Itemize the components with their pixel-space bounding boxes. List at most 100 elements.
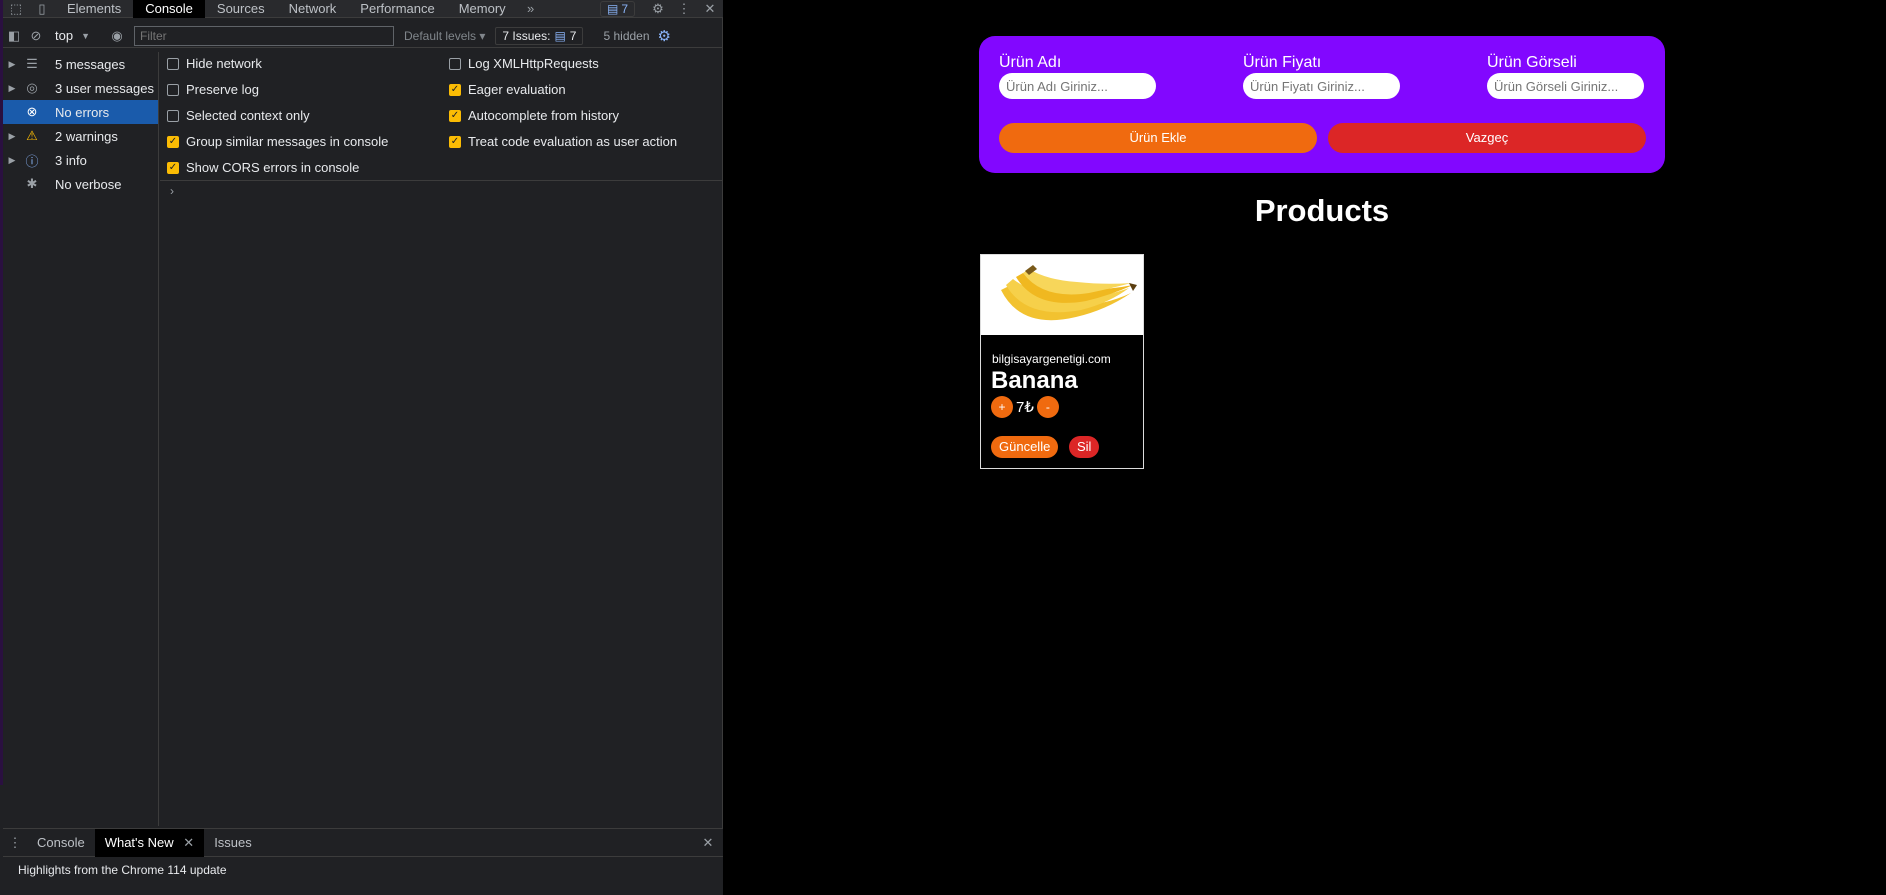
whats-new-highlight[interactable]: Highlights from the Chrome 114 update: [3, 857, 723, 883]
drawer-tab-whats-new[interactable]: What's New ✕: [94, 828, 205, 857]
sidebar-item-warnings[interactable]: ▶ ⚠ 2 warnings: [3, 124, 158, 148]
checkbox-label: Preserve log: [186, 82, 259, 97]
treat-code-evaluation-checkbox[interactable]: ✓ Treat code evaluation as user action: [449, 134, 677, 149]
drawer-tab-console[interactable]: Console: [27, 829, 95, 857]
eager-evaluation-checkbox[interactable]: ✓ Eager evaluation: [449, 82, 566, 97]
messages-badge[interactable]: ▤ 7: [599, 0, 635, 17]
sidebar-item-messages[interactable]: ▶ ☰ 5 messages: [3, 52, 158, 76]
decrease-price-button[interactable]: -: [1036, 396, 1059, 418]
selected-context-only-checkbox[interactable]: Selected context only: [167, 108, 310, 123]
product-card: bilgisayargenetigi.com Banana + 7₺ - Gün…: [980, 254, 1144, 469]
price-field: Ürün Fiyatı: [1243, 54, 1400, 99]
drawer-menu-icon[interactable]: ⋮: [3, 835, 27, 851]
expand-arrow-icon[interactable]: ▶: [3, 83, 21, 94]
image-field: Ürün Görseli: [1487, 54, 1644, 99]
tab-elements[interactable]: Elements: [55, 0, 133, 18]
tab-sources[interactable]: Sources: [205, 0, 277, 18]
checkbox-label: Show CORS errors in console: [186, 160, 360, 175]
checkbox-label: Selected context only: [186, 108, 310, 123]
dropdown-arrow-icon: ▼: [81, 30, 90, 41]
update-button[interactable]: Güncelle: [991, 436, 1059, 458]
checkbox[interactable]: [167, 83, 179, 96]
devtools-tabbar: ⬚ ▯ Elements Console Sources Network Per…: [3, 0, 723, 18]
product-name: Banana: [991, 367, 1078, 394]
delete-button[interactable]: Sil: [1069, 436, 1100, 458]
checkbox-label: Treat code evaluation as user action: [468, 134, 678, 149]
sidebar-item-user-messages[interactable]: ▶ ◎ 3 user messages: [3, 76, 158, 100]
product-price: 7₺: [1016, 399, 1034, 416]
checkbox-label: Autocomplete from history: [468, 108, 620, 123]
checkbox[interactable]: [167, 57, 179, 70]
settings-gear-icon[interactable]: ⚙: [645, 0, 671, 18]
checkbox-label: Eager evaluation: [468, 82, 566, 97]
expand-arrow-icon[interactable]: ▶: [3, 131, 21, 142]
device-toolbar-icon[interactable]: ▯: [29, 0, 55, 18]
name-input[interactable]: [999, 73, 1156, 99]
drawer-tab-label: What's New: [104, 834, 174, 850]
sidebar-item-verbose[interactable]: ✱ No verbose: [3, 172, 158, 196]
checkbox-checked[interactable]: ✓: [449, 83, 461, 96]
inspect-element-icon[interactable]: ⬚: [3, 0, 29, 18]
checkbox[interactable]: [167, 109, 179, 122]
expand-arrow-icon[interactable]: ▶: [3, 59, 21, 70]
drawer-tabbar: ⋮ Console What's New ✕ Issues ✕: [3, 828, 723, 857]
checkbox-checked[interactable]: ✓: [449, 135, 461, 148]
checkbox-checked[interactable]: ✓: [449, 109, 461, 122]
devtools-panel: ⬚ ▯ Elements Console Sources Network Per…: [0, 0, 723, 895]
console-toolbar: ◧ ⊘ top ▼ ◉ Default levels ▾ 7 Issues: ▤…: [3, 24, 723, 48]
log-xmlhttprequests-checkbox[interactable]: Log XMLHttpRequests: [449, 56, 599, 71]
sidebar-item-label: No verbose: [55, 176, 122, 192]
close-drawer-icon[interactable]: ✕: [693, 835, 723, 851]
image-input[interactable]: [1487, 73, 1644, 99]
preserve-log-checkbox[interactable]: Preserve log: [167, 82, 259, 97]
tab-network[interactable]: Network: [277, 0, 349, 18]
price-input[interactable]: [1243, 73, 1400, 99]
clear-console-icon[interactable]: ⊘: [25, 25, 47, 47]
sidebar-toggle-icon[interactable]: ◧: [3, 25, 25, 47]
more-tabs-icon[interactable]: »: [518, 0, 544, 18]
drawer-tab-issues[interactable]: Issues: [204, 829, 262, 857]
product-source: bilgisayargenetigi.com: [992, 352, 1111, 366]
sidebar-item-label: 3 info: [55, 152, 87, 168]
checkbox-checked[interactable]: ✓: [167, 161, 179, 174]
kebab-menu-icon[interactable]: ⋮: [671, 0, 697, 18]
log-levels-dropdown[interactable]: Default levels ▾: [394, 29, 495, 43]
autocomplete-history-checkbox[interactable]: ✓ Autocomplete from history: [449, 108, 619, 123]
console-prompt-chevron-icon[interactable]: ›: [170, 184, 174, 198]
product-form: Ürün Adı Ürün Fiyatı Ürün Görseli Ürün E…: [979, 36, 1665, 173]
error-icon: ⊗: [26, 104, 38, 119]
page-title: Products: [1254, 193, 1390, 228]
expand-arrow-icon[interactable]: ▶: [3, 155, 21, 166]
issues-count: 7: [569, 28, 577, 43]
console-sidebar: ▶ ☰ 5 messages ▶ ◎ 3 user messages ⊗ No …: [3, 52, 159, 826]
list-icon: ☰: [26, 56, 38, 71]
sidebar-item-label: 3 user messages: [55, 80, 154, 96]
name-field: Ürün Adı: [999, 54, 1156, 99]
cancel-button[interactable]: Vazgeç: [1328, 123, 1646, 153]
show-cors-errors-checkbox[interactable]: ✓ Show CORS errors in console: [167, 160, 359, 175]
sidebar-item-info[interactable]: ▶ ⓘ 3 info: [3, 148, 158, 172]
filter-input[interactable]: [134, 25, 394, 46]
tab-memory[interactable]: Memory: [447, 0, 518, 18]
tab-console[interactable]: Console: [133, 0, 205, 18]
message-icon: ▤: [606, 1, 619, 16]
checkbox-checked[interactable]: ✓: [167, 135, 179, 148]
group-similar-checkbox[interactable]: ✓ Group similar messages in console: [167, 134, 388, 149]
hidden-messages-count: 5 hidden: [603, 28, 650, 43]
increase-price-button[interactable]: +: [991, 396, 1013, 418]
sidebar-item-errors[interactable]: ⊗ No errors: [3, 100, 158, 124]
checkbox-label: Log XMLHttpRequests: [468, 56, 599, 71]
add-product-button[interactable]: Ürün Ekle: [999, 123, 1317, 153]
console-settings-gear-icon[interactable]: ⚙: [658, 27, 671, 45]
close-tab-icon[interactable]: ✕: [183, 835, 194, 850]
tab-performance[interactable]: Performance: [348, 0, 446, 18]
live-expression-eye-icon[interactable]: ◉: [106, 25, 128, 47]
hide-network-checkbox[interactable]: Hide network: [167, 56, 262, 71]
issues-button[interactable]: 7 Issues: ▤ 7: [495, 26, 584, 45]
close-devtools-icon[interactable]: ✕: [697, 0, 723, 18]
context-selector[interactable]: top ▼: [47, 28, 98, 43]
issues-label: 7 Issues:: [502, 28, 551, 43]
checkbox[interactable]: [449, 57, 461, 70]
price-label: Ürün Fiyatı: [1243, 54, 1322, 71]
sidebar-item-label: No errors: [55, 104, 110, 120]
